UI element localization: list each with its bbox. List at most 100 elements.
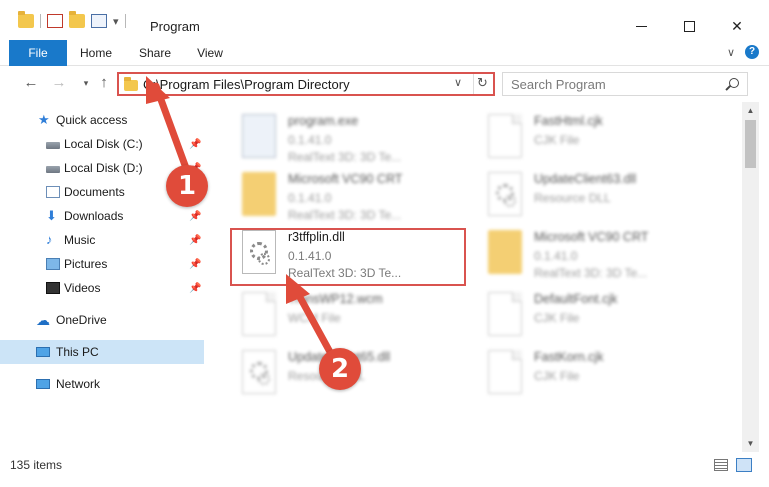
sidebar-item-downloads[interactable]: ⬇ Downloads 📌 <box>0 204 204 228</box>
tiles-view-icon[interactable] <box>736 458 752 472</box>
pin-icon[interactable]: 📌 <box>189 283 201 294</box>
star-icon: ★ <box>38 112 50 127</box>
checkmark-icon[interactable] <box>47 14 63 28</box>
address-dropdown-chevron-icon[interactable]: ∨ <box>454 76 462 89</box>
file-version: 0.1.41.0 <box>534 249 578 263</box>
gear-icon <box>504 195 516 207</box>
vertical-scrollbar[interactable]: ▲ ▼ <box>742 102 759 452</box>
tab-file[interactable]: File <box>9 40 67 66</box>
scroll-down-icon[interactable]: ▼ <box>742 435 759 452</box>
file-description: RealText 3D: 3D Te... <box>288 150 402 164</box>
recent-locations-chevron-icon[interactable]: ▾ <box>77 74 95 92</box>
minimize-icon <box>635 25 647 27</box>
pin-icon[interactable]: 📌 <box>189 211 201 222</box>
gear-icon <box>258 373 270 385</box>
file-version: Resource DLL <box>534 191 611 205</box>
pin-icon[interactable]: 📌 <box>189 235 201 246</box>
disk-icon <box>46 142 60 149</box>
documents-icon <box>46 186 60 198</box>
item-count: 135 items <box>10 458 63 472</box>
navigation-pane: ★ Quick access Local Disk (C:) 📌 Local D… <box>0 102 210 452</box>
exe-file-icon <box>242 114 276 158</box>
downloads-icon: ⬇ <box>46 208 57 223</box>
folder-file-icon <box>488 230 522 274</box>
ribbon-right-controls: ∨ ? <box>727 45 759 59</box>
blank-file-icon <box>242 292 276 336</box>
highlight-box <box>230 228 466 286</box>
sidebar-item-music[interactable]: ♪ Music 📌 <box>0 228 204 252</box>
scroll-up-icon[interactable]: ▲ <box>742 102 759 119</box>
sidebar-item-network[interactable]: Network <box>0 372 204 396</box>
title-bar: ▾ Program ✕ <box>0 0 769 40</box>
search-icon[interactable] <box>729 78 739 88</box>
folder-icon[interactable] <box>18 11 34 28</box>
quick-access-toolbar: ▾ <box>18 11 126 28</box>
sidebar-item-label: Documents <box>64 185 125 199</box>
file-item[interactable]: FastKorn.cjk CJK File <box>468 342 708 404</box>
tab-view[interactable]: View <box>191 40 229 66</box>
blank-file-icon <box>488 292 522 336</box>
computer-icon <box>36 347 50 357</box>
file-name: Microsoft VC90 CRT <box>288 172 403 186</box>
chevron-down-icon[interactable]: ▾ <box>113 15 119 28</box>
file-item[interactable]: FastHtml.cjk CJK File <box>468 106 708 168</box>
cloud-icon: ☁ <box>36 312 50 328</box>
dll-file-icon <box>488 172 522 216</box>
file-item[interactable]: Microsoft VC90 CRT 0.1.41.0 RealText 3D: 3… <box>222 164 462 226</box>
new-folder-icon[interactable] <box>69 11 85 28</box>
expand-ribbon-chevron-icon[interactable]: ∨ <box>727 46 735 59</box>
pin-icon[interactable]: 📌 <box>189 139 201 150</box>
search-input[interactable] <box>511 76 721 92</box>
sidebar-item-onedrive[interactable]: ☁ OneDrive <box>0 308 204 332</box>
scrollbar-thumb[interactable] <box>745 120 756 168</box>
maximize-icon <box>683 20 695 32</box>
address-bar[interactable]: C:\Program Files\Program Directory ∨ ↻ <box>117 72 495 96</box>
window-title: Program <box>150 19 200 34</box>
close-button[interactable]: ✕ <box>714 12 760 40</box>
refresh-icon[interactable]: ↻ <box>477 75 488 91</box>
file-version: CJK File <box>534 369 580 383</box>
sidebar-item-quick-access[interactable]: ★ Quick access <box>0 108 204 132</box>
file-version: CJK File <box>534 133 580 147</box>
file-name: program.exe <box>288 114 359 128</box>
sidebar-item-label: Videos <box>64 281 101 295</box>
file-version: CJK File <box>534 311 580 325</box>
file-name: FastKorn.cjk <box>534 350 604 364</box>
file-item[interactable]: DefaultFont.cjk CJK File <box>468 284 708 346</box>
file-description: RealText 3D: 3D Te... <box>534 266 648 280</box>
sidebar-item-this-pc[interactable]: This PC <box>0 340 204 364</box>
blank-file-icon <box>488 114 522 158</box>
tab-home[interactable]: Home <box>75 40 117 66</box>
search-box[interactable] <box>502 72 748 96</box>
sidebar-item-pictures[interactable]: Pictures 📌 <box>0 252 204 276</box>
tab-share[interactable]: Share <box>134 40 176 66</box>
step-2-callout: 2 <box>319 348 361 390</box>
file-item[interactable]: program.exe 0.1.41.0 RealText 3D: 3D Te... <box>222 106 462 168</box>
navigation-bar: ← → ▾ ↑ C:\Program Files\Program Directo… <box>0 66 769 102</box>
properties-icon[interactable] <box>91 14 107 28</box>
sidebar-item-label: Network <box>56 377 101 391</box>
file-item[interactable]: TransWP12.wcm WCM File <box>222 284 462 346</box>
forward-arrow-icon[interactable]: → <box>50 74 68 92</box>
disk-icon <box>46 166 60 173</box>
maximize-button[interactable] <box>666 12 712 40</box>
file-version: 0.1.41.0 <box>288 191 332 205</box>
file-version: WCM File <box>288 311 341 325</box>
sidebar-item-label: Quick access <box>56 113 128 127</box>
minimize-button[interactable] <box>618 12 664 40</box>
file-item[interactable]: UpdateClient63.dll Resource DLL <box>468 164 708 226</box>
up-arrow-icon[interactable]: ↑ <box>95 74 113 92</box>
pin-icon[interactable]: 📌 <box>189 259 201 270</box>
sidebar-item-videos[interactable]: Videos 📌 <box>0 276 204 300</box>
details-view-icon[interactable] <box>714 459 728 471</box>
file-name: DefaultFont.cjk <box>534 292 618 306</box>
back-arrow-icon[interactable]: ← <box>22 74 40 92</box>
toolbar-separator <box>40 14 41 28</box>
address-path[interactable]: C:\Program Files\Program Directory <box>143 77 350 92</box>
file-name: Microsoft VC90 CRT <box>534 230 649 244</box>
sidebar-item-local-disk-c[interactable]: Local Disk (C:) 📌 <box>0 132 204 156</box>
dll-file-icon <box>242 350 276 394</box>
help-icon[interactable]: ? <box>745 45 759 59</box>
file-name: FastHtml.cjk <box>534 114 603 128</box>
file-item[interactable]: Microsoft VC90 CRT 0.1.41.0 RealText 3D: 3… <box>468 222 708 284</box>
